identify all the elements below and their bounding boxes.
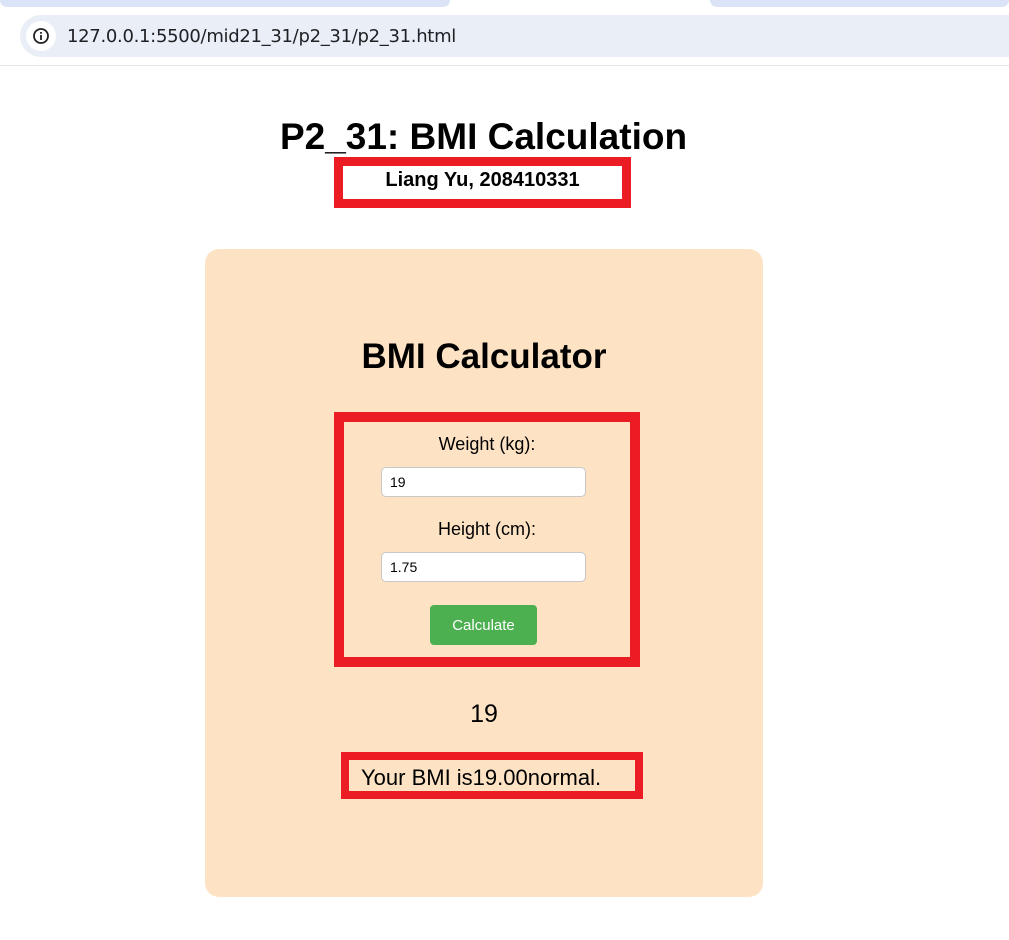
weight-label: Weight (kg):: [438, 434, 536, 454]
browser-toolbar: 127.0.0.1:5500/mid21_31/p2_31/p2_31.html: [0, 7, 1009, 66]
tab-strip: [0, 0, 1009, 7]
address-bar[interactable]: 127.0.0.1:5500/mid21_31/p2_31/p2_31.html: [20, 15, 1009, 57]
weight-input[interactable]: [381, 467, 586, 497]
page-title: P2_31: BMI Calculation: [279, 116, 688, 157]
height-input[interactable]: [381, 552, 586, 582]
author-name: Liang Yu, 208410331: [385, 169, 580, 191]
author-highlight-box: Liang Yu, 208410331: [334, 157, 631, 208]
calculator-heading: BMI Calculator: [361, 337, 607, 376]
site-info-button[interactable]: [26, 21, 56, 51]
height-label: Height (cm):: [437, 519, 536, 539]
weight-output: 19: [470, 700, 498, 728]
info-icon: [33, 28, 49, 44]
bmi-calculator-card: BMI Calculator Weight (kg): Height (cm):…: [205, 249, 763, 897]
address-bar-url[interactable]: 127.0.0.1:5500/mid21_31/p2_31/p2_31.html: [67, 26, 456, 47]
result-highlight-box: Your BMI is19.00normal.: [341, 752, 643, 799]
browser-tab[interactable]: [710, 0, 1009, 7]
calculate-button[interactable]: Calculate: [430, 605, 537, 645]
bmi-result-text: Your BMI is19.00normal.: [361, 765, 602, 790]
page-content: P2_31: BMI Calculation Liang Yu, 2084103…: [0, 66, 1009, 940]
form-highlight-box: Weight (kg): Height (cm): Calculate: [334, 412, 640, 667]
browser-tab[interactable]: [0, 0, 450, 7]
